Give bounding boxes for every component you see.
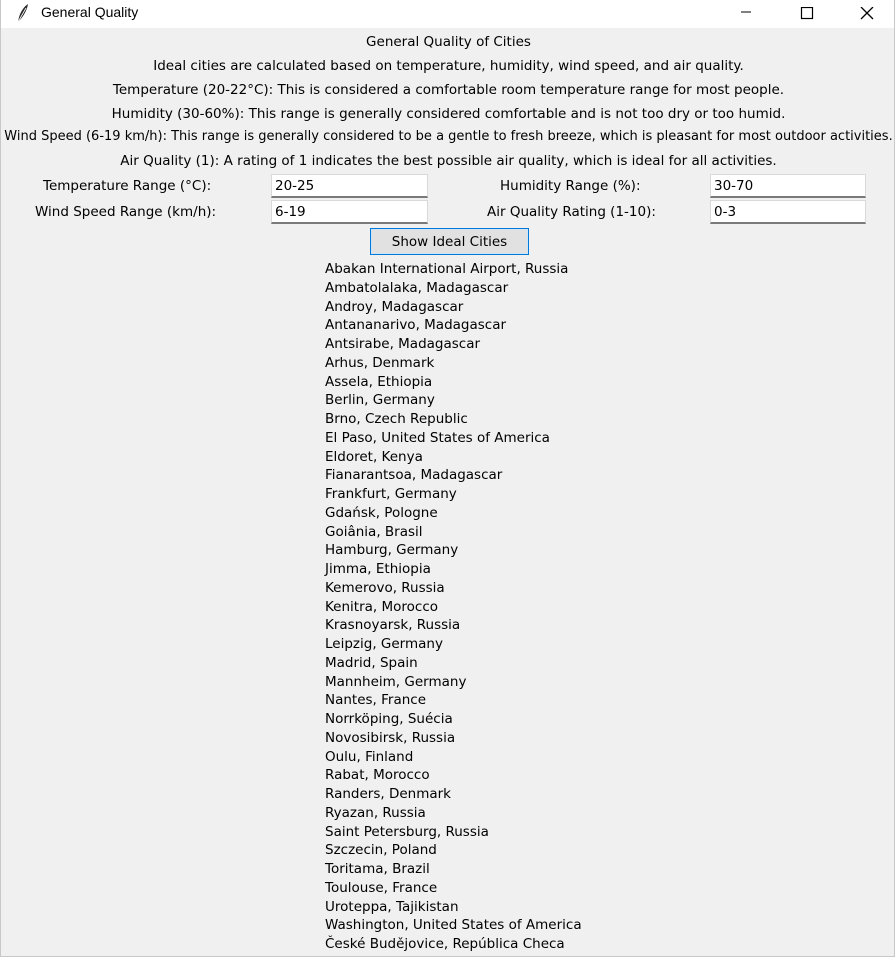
list-item: Uroteppa, Tajikistan [325,898,459,915]
list-item: Ambatolalaka, Madagascar [325,279,509,296]
list-item: Berlin, Germany [325,392,435,409]
list-item: Arhus, Denmark [325,354,435,371]
minimize-icon [741,11,751,13]
list-item: Gdańsk, Pologne [325,504,438,521]
list-item: Eldoret, Kenya [325,448,423,465]
air-quality-rating-input[interactable] [710,200,866,224]
wind-speed-label: Wind Speed Range (km/h): [35,204,217,220]
humidity-label: Humidity Range (%): [500,178,641,194]
list-item: Hamburg, Germany [325,542,459,559]
wind-speed-range-input[interactable] [271,200,428,224]
description-line: Air Quality (1): A rating of 1 indicates… [120,153,777,169]
list-item: Randers, Denmark [325,786,452,802]
description-line: Ideal cities are calculated based on tem… [153,58,744,74]
title-bar[interactable]: General Quality [1,0,894,28]
list-item: Madrid, Spain [325,654,418,671]
list-item: Fianarantsoa, Madagascar [325,467,503,484]
list-item: Antsirabe, Madagascar [325,336,481,352]
list-item: Toritama, Brazil [325,861,430,877]
maximize-icon [800,7,814,20]
list-item: Assela, Ethiopia [325,373,433,390]
list-item: České Budějovice, República Checa [325,936,565,952]
list-item: Androy, Madagascar [325,298,464,315]
list-item: Goiânia, Brasil [325,523,423,540]
list-item: Leipzig, Germany [325,636,443,652]
description-line: Wind Speed (6-19 km/h): This range is ge… [4,129,893,144]
list-item: Ryazan, Russia [325,804,426,821]
humidity-range-input[interactable] [710,174,866,198]
list-item: Saint Petersburg, Russia [325,823,489,840]
list-item: Kemerovo, Russia [325,579,445,596]
list-item: Washington, United States of America [325,917,582,934]
close-button[interactable] [837,0,895,28]
list-item: Toulouse, France [325,879,438,896]
feather-icon [15,3,31,23]
ideal-cities-list: Abakan International Airport, Russia Amba… [325,260,582,954]
list-item: Jimma, Ethiopia [325,561,431,577]
list-item: Oulu, Finland [325,748,414,765]
maximize-button[interactable] [777,0,837,28]
list-item: Mannheim, Germany [325,673,467,690]
list-item: Krasnoyarsk, Russia [325,617,461,634]
close-icon [860,7,874,20]
list-item: Antananarivo, Madagascar [325,317,507,334]
list-item: Szczecin, Poland [325,842,437,859]
air-quality-label: Air Quality Rating (1-10): [487,204,656,220]
minimize-button[interactable] [717,0,777,28]
description-line: Humidity (30-60%): This range is general… [111,106,786,122]
app-window: General Quality General Quality of Citie… [0,0,895,957]
list-item: Nantes, France [325,692,427,709]
temperature-label: Temperature Range (°C): [43,178,212,194]
temperature-range-input[interactable] [271,174,428,198]
list-item: Abakan International Airport, Russia [325,261,569,277]
list-item: Rabat, Morocco [325,767,430,784]
list-item: Norrköping, Suécia [325,711,453,727]
window-title: General Quality [41,4,139,20]
page-heading: General Quality of Cities [366,34,531,50]
show-ideal-cities-button[interactable]: Show Ideal Cities [370,228,529,255]
list-item: El Paso, United States of America [325,429,550,446]
list-item: Novosibirsk, Russia [325,729,456,746]
list-item: Kenitra, Morocco [325,598,439,615]
list-item: Frankfurt, Germany [325,486,457,502]
list-item: Brno, Czech Republic [325,411,468,427]
description-line: Temperature (20-22°C): This is considere… [112,82,785,98]
